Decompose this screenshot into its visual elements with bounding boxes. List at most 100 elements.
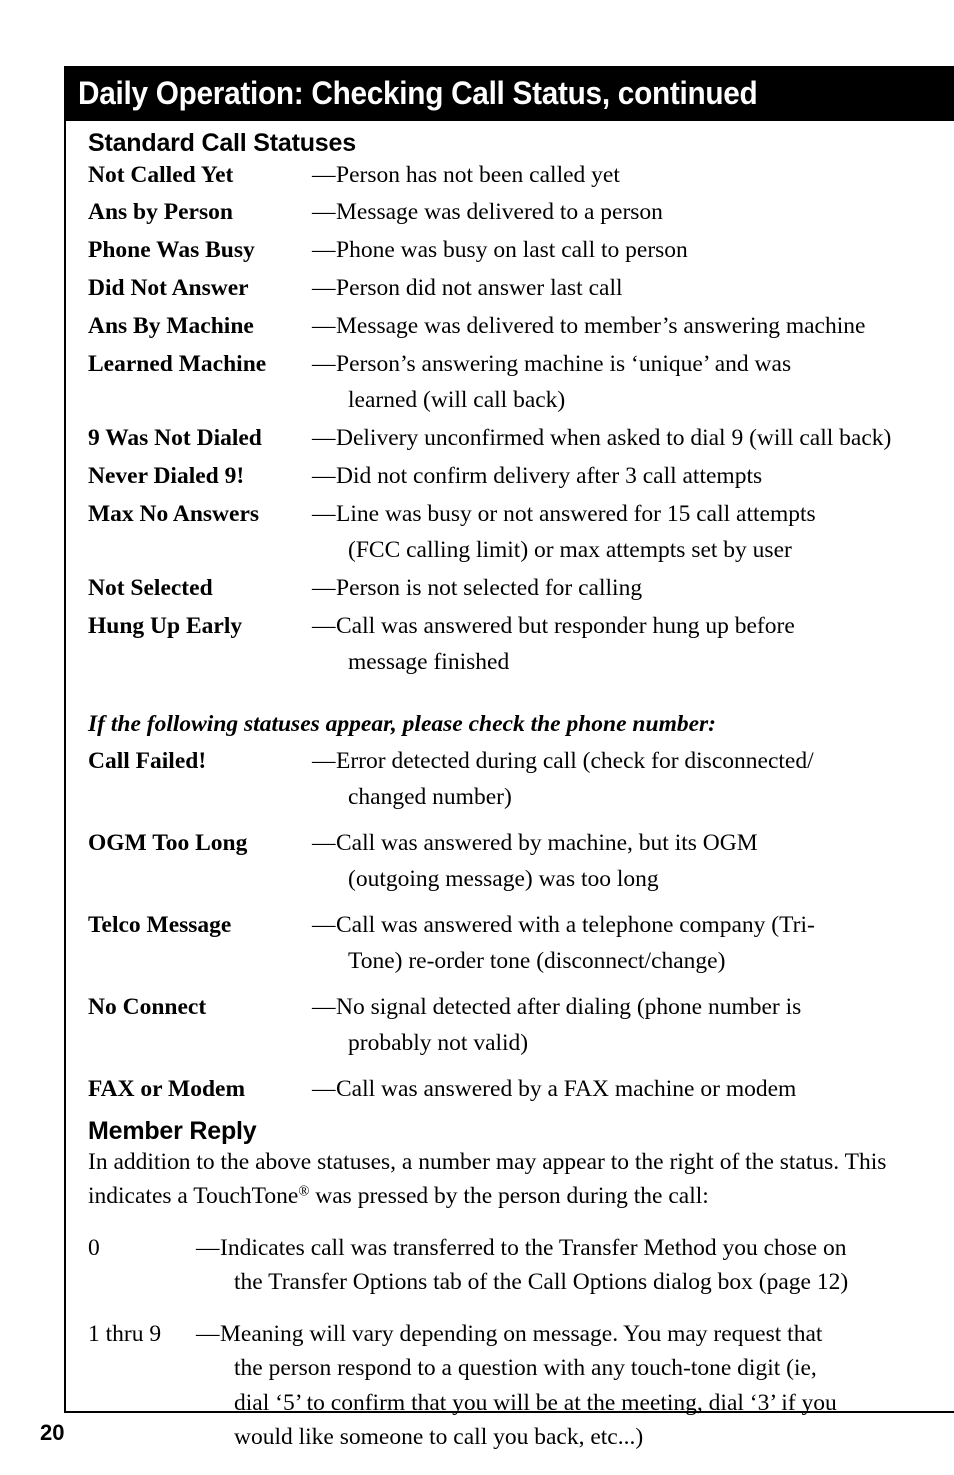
status-description: No signal detected after dialing (phone … — [336, 990, 948, 1062]
member-reply-intro-text-cont: was pressed by the person during the cal… — [309, 1183, 709, 1210]
status-description: Error detected during call (check for di… — [336, 744, 948, 816]
key-description-line1: Meaning will vary depending on message. … — [220, 1321, 823, 1348]
status-description: Person’s answering machine is ‘unique’ a… — [336, 347, 948, 419]
status-description-line1: Person’s answering machine is ‘unique’ a… — [336, 351, 792, 378]
status-description-line2: changed number) — [348, 784, 512, 811]
dash-separator: — — [196, 1235, 220, 1262]
key-description-line3: dial ‘5’ to confirm that you will be at … — [234, 1389, 837, 1416]
status-description-line2: learned (will call back) — [348, 387, 566, 414]
status-description: Phone was busy on last call to person — [336, 237, 688, 264]
key-label: 1 thru 9 — [88, 1321, 162, 1348]
key-description-line2: the Transfer Options tab of the Call Opt… — [234, 1269, 849, 1296]
dash-separator: — — [312, 911, 336, 938]
status-description-line2: (FCC calling limit) or max attempts set … — [348, 537, 792, 564]
dash-separator: — — [312, 748, 336, 775]
status-term: Ans by Person — [88, 199, 233, 226]
status-row: Telco Message — Call was answered with a… — [88, 908, 948, 980]
dash-separator: — — [312, 425, 336, 452]
dash-separator: — — [312, 237, 336, 264]
status-term: Never Dialed 9! — [88, 463, 245, 490]
dash-separator: — — [312, 351, 336, 378]
registered-trademark-icon: ® — [298, 1183, 310, 1200]
status-description: Message was delivered to a person — [336, 199, 663, 226]
status-description-line2: Tone) re-order tone (disconnect/change) — [348, 947, 726, 974]
status-row: Ans By Machine — Message was delivered t… — [88, 309, 948, 345]
status-description: Call was answered with a telephone compa… — [336, 908, 948, 980]
page-border-left — [64, 66, 66, 1413]
status-term: Hung Up Early — [88, 612, 243, 639]
status-description: Did not confirm delivery after 3 call at… — [336, 463, 763, 490]
page-content: Standard Call Statuses Not Called Yet — … — [88, 129, 948, 1472]
status-description: Call was answered but responder hung up … — [336, 609, 948, 681]
status-row: Call Failed! — Error detected during cal… — [88, 744, 948, 816]
status-row: Phone Was Busy — Phone was busy on last … — [88, 233, 948, 269]
status-term: Max No Answers — [88, 501, 260, 528]
page-title: Daily Operation: Checking Call Status, c… — [78, 74, 758, 111]
page-header-banner: Daily Operation: Checking Call Status, c… — [66, 66, 954, 121]
status-row: Learned Machine — Person’s answering mac… — [88, 347, 948, 419]
status-row: Not Called Yet — Person has not been cal… — [88, 158, 948, 194]
page-number: 20 — [40, 1420, 65, 1445]
status-row: OGM Too Long — Call was answered by mach… — [88, 826, 948, 898]
heading-standard-call-statuses: Standard Call Statuses — [88, 129, 356, 157]
status-term: Not Selected — [88, 574, 213, 601]
status-row: Ans by Person — Message was delivered to… — [88, 195, 948, 231]
status-description-line2: message finished — [348, 648, 510, 675]
dash-separator: — — [312, 275, 336, 302]
member-reply-intro: In addition to the above statuses, a num… — [88, 1145, 894, 1213]
status-term: Did Not Answer — [88, 275, 249, 302]
status-term: Ans By Machine — [88, 313, 254, 340]
status-description: Call was answered by a FAX machine or mo… — [336, 1075, 797, 1102]
status-row: FAX or Modem — Call was answered by a FA… — [88, 1072, 948, 1108]
status-term: Not Called Yet — [88, 161, 234, 188]
status-term: OGM Too Long — [88, 830, 248, 856]
dash-separator: — — [312, 313, 336, 340]
status-term: Telco Message — [88, 911, 232, 938]
status-row: Never Dialed 9! — Did not confirm delive… — [88, 459, 948, 495]
status-term: FAX or Modem — [88, 1075, 246, 1102]
status-description-line1: Call was answered by machine, but its OG… — [336, 830, 758, 856]
key-description: Meaning will vary depending on message. … — [220, 1317, 948, 1453]
dash-separator: — — [196, 1321, 220, 1348]
status-term: 9 Was Not Dialed — [88, 425, 262, 452]
dash-separator: — — [312, 161, 336, 188]
manual-page: Daily Operation: Checking Call Status, c… — [0, 0, 954, 1475]
status-description-line2: probably not valid) — [348, 1029, 529, 1056]
key-row: 0 — Indicates call was transferred to th… — [88, 1231, 948, 1299]
key-description: Indicates call was transferred to the Tr… — [220, 1231, 948, 1299]
status-term: Learned Machine — [88, 351, 267, 378]
dash-separator: — — [312, 574, 336, 601]
status-term: No Connect — [88, 993, 207, 1020]
status-description: Message was delivered to member’s answer… — [336, 313, 866, 340]
dash-separator: — — [312, 993, 336, 1020]
status-description: Call was answered by machine, but its OG… — [336, 826, 948, 898]
status-row: Did Not Answer — Person did not answer l… — [88, 271, 948, 307]
key-description-line1: Indicates call was transferred to the Tr… — [220, 1235, 847, 1262]
status-description-line1: Line was busy or not answered for 15 cal… — [336, 501, 816, 528]
status-description: Delivery unconfirmed when asked to dial … — [336, 425, 892, 452]
key-description-line2: the person respond to a question with an… — [234, 1355, 817, 1382]
dash-separator: — — [312, 612, 336, 639]
status-description-line1: Error detected during call (check for di… — [336, 748, 814, 775]
dash-separator: — — [312, 463, 336, 490]
key-description-line4: would like someone to call you back, etc… — [234, 1423, 644, 1450]
status-description-line1: Call was answered but responder hung up … — [336, 612, 795, 639]
status-description: Person has not been called yet — [336, 161, 620, 188]
standard-status-list: Not Called Yet — Person has not been cal… — [88, 158, 948, 681]
status-description-line1: Call was answered with a telephone compa… — [336, 911, 815, 938]
key-row: 1 thru 9 — Meaning will vary depending o… — [88, 1317, 948, 1453]
status-row: Max No Answers — Line was busy or not an… — [88, 497, 948, 569]
status-description: Person did not answer last call — [336, 275, 623, 302]
check-number-status-list: Call Failed! — Error detected during cal… — [88, 744, 948, 1108]
key-label: 0 — [88, 1235, 100, 1262]
heading-member-reply: Member Reply — [88, 1116, 257, 1145]
status-term: Phone Was Busy — [88, 237, 255, 264]
dash-separator: — — [312, 830, 336, 856]
status-description-line1: No signal detected after dialing (phone … — [336, 993, 802, 1020]
status-description: Line was busy or not answered for 15 cal… — [336, 497, 948, 569]
dash-separator: — — [312, 199, 336, 226]
status-row: No Connect — No signal detected after di… — [88, 990, 948, 1062]
subheading-check-phone-number: If the following statuses appear, please… — [88, 710, 716, 737]
status-description: Person is not selected for calling — [336, 574, 643, 601]
status-row: Not Selected — Person is not selected fo… — [88, 571, 948, 607]
